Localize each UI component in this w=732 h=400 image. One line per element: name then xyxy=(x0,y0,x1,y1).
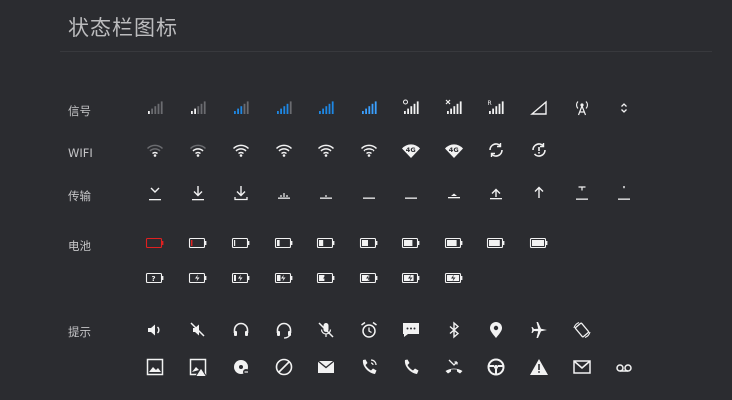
transfer-progress-1-icon xyxy=(273,182,295,204)
battery-90-icon xyxy=(485,232,507,254)
battery-charging-3-icon xyxy=(273,267,295,289)
wifi-full-icon xyxy=(315,139,337,161)
svg-text:4G: 4G xyxy=(449,146,459,154)
battery-20-icon xyxy=(273,232,295,254)
battery-10-icon xyxy=(230,232,252,254)
battery-charging-1-icon xyxy=(187,267,209,289)
signal-bars-3-icon xyxy=(230,97,252,119)
email-icon xyxy=(315,356,337,378)
wifi-2-icon xyxy=(187,139,209,161)
wifi-1-icon xyxy=(144,139,166,161)
battery-critical-icon xyxy=(144,232,166,254)
signal-bars-full-icon xyxy=(358,97,380,119)
signal-roaming-icon: R xyxy=(485,97,507,119)
signal-search-icon xyxy=(400,97,422,119)
sync-icon xyxy=(485,139,507,161)
row-label-notice: 提示 xyxy=(68,325,91,339)
row-label-signal: 信号 xyxy=(68,104,91,118)
row-label-transfer: 传输 xyxy=(68,189,91,203)
gmail-icon xyxy=(571,356,593,378)
airplane-icon xyxy=(528,319,550,341)
battery-unknown-icon: ? xyxy=(144,267,166,289)
svg-text:4G: 4G xyxy=(406,146,416,154)
transfer-progress-2-icon xyxy=(315,182,337,204)
svg-text:?: ? xyxy=(152,275,156,283)
battery-80-icon xyxy=(443,232,465,254)
battery-charging-5-icon xyxy=(358,267,380,289)
signal-no-service-icon xyxy=(443,97,465,119)
page-title: 状态栏图标 xyxy=(68,16,178,40)
alarm-icon xyxy=(358,319,380,341)
missed-call-icon xyxy=(443,356,465,378)
signal-bars-1-icon xyxy=(144,97,166,119)
headset-icon xyxy=(230,319,252,341)
wifi-data-icon xyxy=(358,139,380,161)
battery-70-icon xyxy=(400,232,422,254)
row-label-wifi: WIFI xyxy=(68,146,93,160)
location-pin-icon xyxy=(485,319,507,341)
sync-error-icon xyxy=(528,139,550,161)
data-arrows-icon xyxy=(613,97,635,119)
mute-icon xyxy=(187,319,209,341)
phone-icon xyxy=(400,356,422,378)
title-divider xyxy=(60,51,712,52)
battery-charging-7-icon xyxy=(443,267,465,289)
signal-bars-4-icon xyxy=(273,97,295,119)
download-complete-icon xyxy=(144,182,166,204)
download-icon xyxy=(187,182,209,204)
battery-charging-4-icon xyxy=(315,267,337,289)
transfer-line-icon xyxy=(358,182,380,204)
upload-tray-icon xyxy=(443,182,465,204)
battery-full-icon xyxy=(528,232,550,254)
svg-text:R: R xyxy=(488,100,492,107)
signal-bars-5-icon xyxy=(315,97,337,119)
battery-charging-6-icon xyxy=(400,267,422,289)
mic-off-icon xyxy=(315,319,337,341)
wifi-4g-alt-icon: 4G xyxy=(443,139,465,161)
voicemail-icon xyxy=(613,356,635,378)
warning-icon xyxy=(528,356,550,378)
upload-arrow-icon xyxy=(528,182,550,204)
upload-progress-icon xyxy=(571,182,593,204)
transfer-line-2-icon xyxy=(400,182,422,204)
battery-50-icon xyxy=(358,232,380,254)
headset-mic-icon xyxy=(273,319,295,341)
phone-forward-icon xyxy=(358,356,380,378)
wifi-4g-icon: 4G xyxy=(400,139,422,161)
antenna-icon xyxy=(571,97,593,119)
battery-charging-2-icon xyxy=(230,267,252,289)
wifi-4-icon xyxy=(273,139,295,161)
signal-bars-2-icon xyxy=(187,97,209,119)
battery-40-icon xyxy=(315,232,337,254)
steering-wheel-icon xyxy=(485,356,507,378)
rotate-icon xyxy=(571,319,593,341)
row-label-battery: 电池 xyxy=(68,239,91,253)
bluetooth-icon xyxy=(443,319,465,341)
battery-low-icon xyxy=(187,232,209,254)
image-icon xyxy=(144,356,166,378)
volume-icon xyxy=(144,319,166,341)
image-warning-icon xyxy=(187,356,209,378)
blocked-icon xyxy=(273,356,295,378)
upload-dot-icon xyxy=(613,182,635,204)
wifi-3-icon xyxy=(230,139,252,161)
disc-icon xyxy=(230,356,252,378)
signal-empty-triangle-icon xyxy=(528,97,550,119)
message-icon xyxy=(400,319,422,341)
download-tray-icon xyxy=(230,182,252,204)
upload-icon xyxy=(485,182,507,204)
